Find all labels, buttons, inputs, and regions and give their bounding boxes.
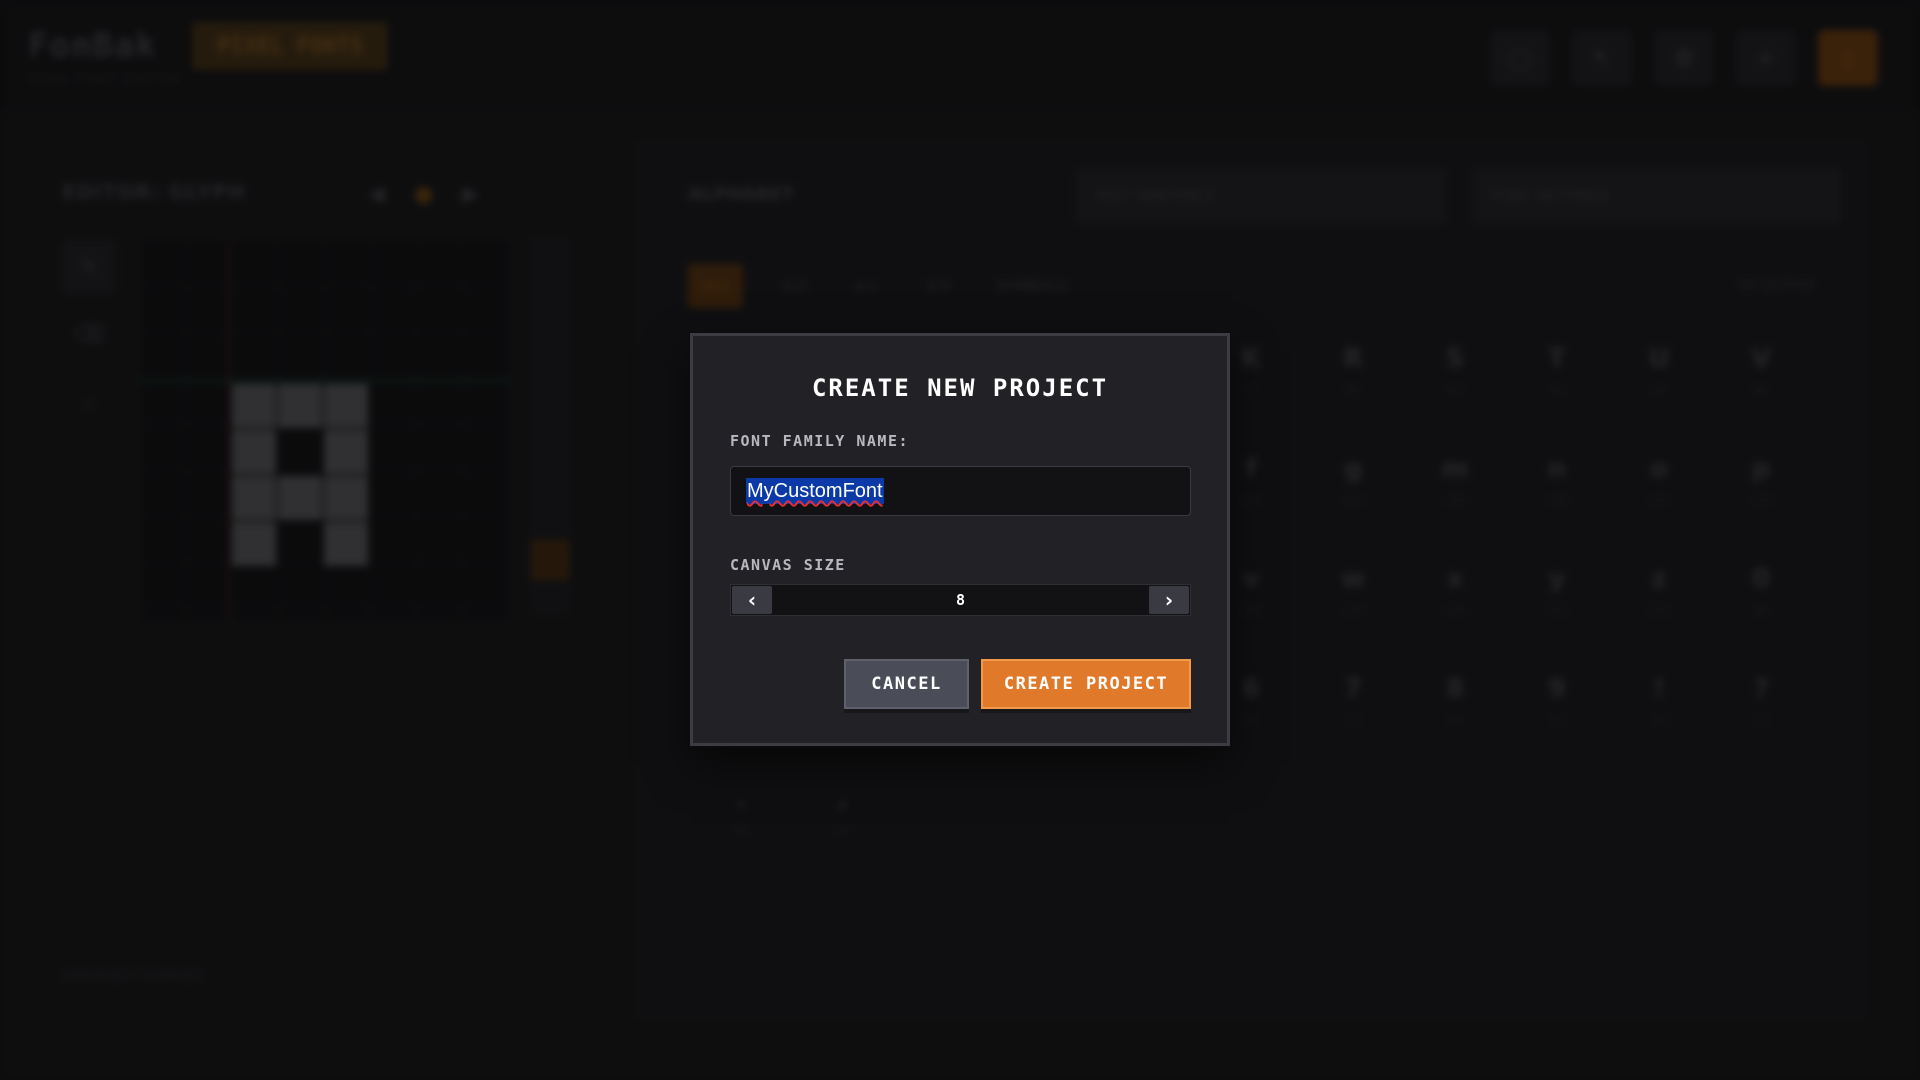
cancel-button[interactable]: Cancel [844,659,969,709]
canvas-size-label: Canvas Size [730,556,846,574]
dialog-title: Create New Project [811,374,1109,402]
canvas-size-stepper: ‹ 8 › [730,584,1191,616]
font-family-label: Font Family Name: [730,432,910,450]
create-project-button[interactable]: Create Project [981,659,1191,709]
font-family-input[interactable]: MyCustomFont [730,466,1191,516]
canvas-size-value: 8 [955,591,966,609]
font-family-value[interactable]: MyCustomFont [746,478,884,504]
create-project-dialog: Create New Project Font Family Name: MyC… [690,333,1230,746]
chevron-left-icon[interactable]: ‹ [732,586,772,614]
chevron-right-icon[interactable]: › [1149,586,1189,614]
